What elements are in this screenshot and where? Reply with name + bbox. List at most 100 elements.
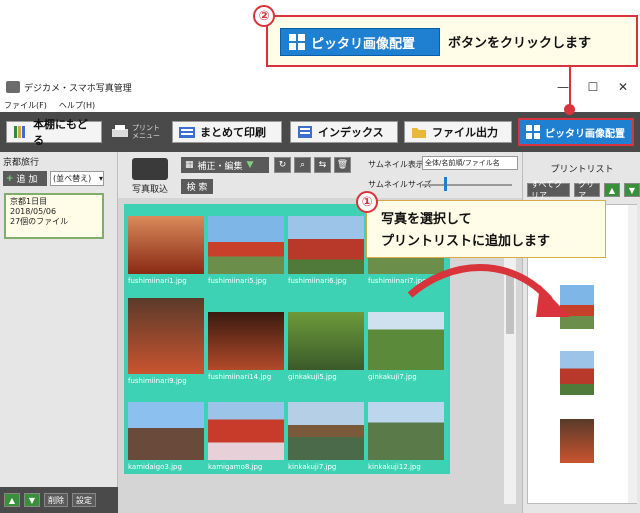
index-label: インデックス <box>318 126 384 139</box>
photo-import-button[interactable]: 写真取込 <box>124 155 176 195</box>
thumb-size-slider[interactable] <box>444 177 447 191</box>
callout-line-2: プリントリストに追加します <box>381 234 551 249</box>
thumbnail-caption: fushimiinari9.jpg <box>128 377 187 385</box>
callout-step-1: 写真を選択して プリントリストに追加します <box>366 200 606 258</box>
menu-bar: ファイル(F) ヘルプ(H) <box>0 98 640 112</box>
thumbnail-caption: fushimiinari14.jpg <box>208 373 272 381</box>
thumbnail-caption: fushimiinari1.jpg <box>128 277 187 285</box>
thumb-display-value: 全体/名前順/ファイル名 <box>425 159 500 167</box>
drag-arrow-icon <box>407 264 570 317</box>
thumbnail[interactable]: fushimiinari14.jpg <box>208 312 284 381</box>
camera-icon <box>132 158 168 180</box>
thumbnail[interactable]: kinkakuji12.jpg <box>368 402 444 471</box>
swap-icon[interactable]: ⇆ <box>314 157 331 173</box>
thumbnail[interactable]: kamidaigo3.jpg <box>128 402 204 471</box>
move-up-button[interactable]: ▲ <box>4 493 20 507</box>
fit-layout-button[interactable]: ピッタリ画像配置 <box>518 118 634 146</box>
print-list-item[interactable] <box>560 351 594 395</box>
window-titlebar: デジカメ・スマホ写真管理 — ☐ ✕ <box>0 76 640 98</box>
bookshelf-icon <box>14 126 25 138</box>
callout-button-label: ピッタリ画像配置 <box>311 36 416 52</box>
print-list-scrollbar[interactable] <box>628 205 637 503</box>
thumbnail-image <box>128 298 204 374</box>
thumb-display-select[interactable]: 全体/名前順/ファイル名 <box>422 156 518 170</box>
settings-button[interactable]: 設定 <box>72 493 96 507</box>
close-button[interactable]: ✕ <box>608 76 638 98</box>
photo-import-label: 写真取込 <box>131 185 168 195</box>
sort-label: (並べ替え) <box>53 174 92 183</box>
callout-instruction: ボタンをクリックします <box>448 36 592 51</box>
edit-label: 補正・編集 <box>197 161 243 172</box>
chevron-down-icon: ▾ <box>98 174 103 183</box>
back-to-shelf-button[interactable]: 本棚にもどる <box>6 118 102 147</box>
minimize-button[interactable]: — <box>548 76 578 98</box>
file-output-label: ファイル出力 <box>432 126 498 139</box>
album-bottom-bar: ▲ ▼ 削除 設定 <box>0 487 118 513</box>
move-down-icon[interactable]: ▼ <box>624 183 640 197</box>
rotate-icon[interactable]: ↻ <box>274 157 291 173</box>
print-list-buttons: すべてクリア クリア ▲ ▼ <box>527 180 640 200</box>
delete-button[interactable]: 削除 <box>44 493 68 507</box>
move-up-icon[interactable]: ▲ <box>604 183 620 197</box>
fit-layout-label: ピッタリ画像配置 <box>545 128 625 140</box>
thumbnail-image <box>288 216 364 274</box>
album-date: 2018/05/06 <box>10 207 57 216</box>
thumbnail[interactable]: fushimiinari1.jpg <box>128 216 204 285</box>
album-item[interactable]: 京都1日目 2018/05/06 27個のファイル <box>4 193 104 239</box>
edit-menu-button[interactable]: ▦ 補正・編集 ▼ <box>181 157 269 173</box>
thumbnail-image <box>208 216 284 274</box>
print-list-item[interactable] <box>560 419 594 463</box>
photo-toolbar: 写真取込 ▦ 補正・編集 ▼ 検 索 ↻ ⌕ ⇆ 🗑 サムネイル表示 全体/名前… <box>118 152 522 198</box>
thumbnail-caption: kinkakuji12.jpg <box>368 463 421 471</box>
step-2-badge: ② <box>253 5 275 27</box>
thumbnail-caption: kamidaigo3.jpg <box>128 463 182 471</box>
menu-file[interactable]: ファイル(F) <box>4 100 47 111</box>
step-1-badge: ① <box>356 191 378 213</box>
plus-icon: + <box>6 173 14 184</box>
add-label: 追 加 <box>16 175 38 185</box>
sort-select[interactable]: (並べ替え) ▾ <box>50 171 104 186</box>
edit-icon: ▦ <box>185 160 194 170</box>
thumbnail-caption: kamigamo8.jpg <box>208 463 263 471</box>
layout-grid-icon <box>526 125 540 139</box>
thumbnail-image <box>288 402 364 460</box>
move-down-button[interactable]: ▼ <box>24 493 40 507</box>
thumbnail-caption: ginkakuji5.jpg <box>288 373 337 381</box>
clear-all-button[interactable]: すべてクリア <box>527 180 571 200</box>
index-icon <box>298 126 312 138</box>
back-label: 本棚にもどる <box>33 118 88 147</box>
app-icon <box>6 81 20 93</box>
thumbnail-image <box>128 402 204 460</box>
menu-help[interactable]: ヘルプ(H) <box>59 100 95 111</box>
thumbnail-image <box>128 216 204 274</box>
print-menu-label: プリント メニュー <box>132 124 160 140</box>
thumbnail[interactable]: fushimiinari6.jpg <box>288 216 364 285</box>
album-name: 京都1日目 <box>10 197 48 206</box>
thumbnail[interactable]: kinkakuji7.jpg <box>288 402 364 471</box>
trash-icon[interactable]: 🗑 <box>334 157 351 173</box>
file-output-button[interactable]: ファイル出力 <box>404 121 512 143</box>
shelf-title: 京都旅行 <box>3 158 40 168</box>
thumbnail[interactable]: kamigamo8.jpg <box>208 402 284 471</box>
thumbnail-caption: ginkakuji7.jpg <box>368 373 417 381</box>
callout-line-1: 写真を選択して <box>381 212 472 227</box>
dropdown-arrow-icon: ▼ <box>246 160 254 170</box>
zoom-icon[interactable]: ⌕ <box>294 157 311 173</box>
thumbnail-image <box>208 312 284 370</box>
thumbnail[interactable]: fushimiinari5.jpg <box>208 216 284 285</box>
callout-fit-layout-button: ピッタリ画像配置 <box>280 28 440 56</box>
maximize-button[interactable]: ☐ <box>578 76 608 98</box>
callout-step-2: ピッタリ画像配置 ボタンをクリックします <box>266 15 638 67</box>
window-title: デジカメ・スマホ写真管理 <box>24 83 132 94</box>
thumbnail[interactable]: ginkakuji5.jpg <box>288 312 364 381</box>
thumbnail[interactable]: fushimiinari9.jpg <box>128 298 204 385</box>
batch-print-button[interactable]: まとめて印刷 <box>172 121 282 143</box>
print-menu-button[interactable]: プリント メニュー <box>111 121 169 143</box>
batch-print-label: まとめて印刷 <box>200 126 266 139</box>
index-button[interactable]: インデックス <box>290 121 398 143</box>
clear-button[interactable]: クリア <box>574 180 600 200</box>
thumbnail-image <box>288 312 364 370</box>
search-button[interactable]: 検 索 <box>181 179 213 194</box>
add-album-button[interactable]: + 追 加 <box>3 171 47 186</box>
main-toolbar: 本棚にもどる プリント メニュー まとめて印刷 インデックス ファイル出力 ピッ… <box>0 112 640 152</box>
